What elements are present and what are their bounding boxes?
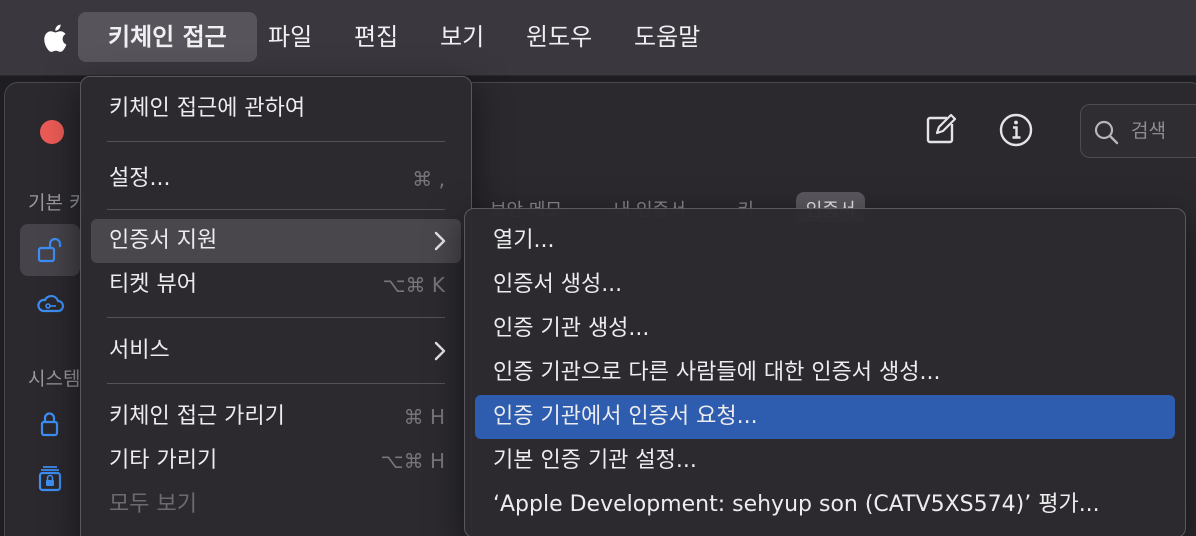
chevron-right-icon <box>434 231 446 251</box>
menu-window[interactable]: 윈도우 <box>526 12 592 62</box>
sidebar-item-login[interactable] <box>20 224 80 276</box>
menu-edit[interactable]: 편집 <box>354 12 398 62</box>
submenu-item-create-certificate[interactable]: 인증서 생성... <box>475 263 1175 307</box>
compose-edit-icon[interactable] <box>920 110 960 150</box>
menu-bar: 키체인 접근 파일 편집 보기 윈도우 도움말 <box>0 0 1196 76</box>
keychain-access-menu: 키체인 접근에 관하여 설정... ⌘ , 인증서 지원 티켓 뷰어 ⌥⌘ K … <box>80 76 472 536</box>
menu-item-label: 기본 인증 기관 설정... <box>493 448 697 473</box>
menu-item-label: 모두 보기 <box>109 492 197 517</box>
stacked-padlock-icon <box>38 466 62 492</box>
menu-item-label: 기타 가리기 <box>109 448 218 473</box>
sidebar-header-system-keychains: 시스템 <box>28 368 81 390</box>
submenu-item-request-certificate[interactable]: 인증 기관에서 인증서 요청... <box>475 395 1175 439</box>
menu-item-services[interactable]: 서비스 <box>91 329 461 373</box>
submenu-item-set-default-ca[interactable]: 기본 인증 기관 설정... <box>475 439 1175 483</box>
menu-item-label: 설정... <box>109 166 171 191</box>
info-icon[interactable] <box>996 110 1036 150</box>
search-input[interactable] <box>1131 117 1196 145</box>
submenu-item-evaluate-certificate[interactable]: ‘Apple Development: sehyup son (CATV5XS5… <box>475 483 1175 527</box>
menu-item-ticket-viewer[interactable]: 티켓 뷰어 ⌥⌘ K <box>91 263 461 307</box>
submenu-item-create-cert-for-others[interactable]: 인증 기관으로 다른 사람들에 대한 인증서 생성... <box>475 351 1175 395</box>
menu-item-label: 인증서 생성... <box>493 272 623 297</box>
menu-separator <box>107 383 445 384</box>
menu-item-label: 서비스 <box>109 338 170 363</box>
submenu-item-create-ca[interactable]: 인증 기관 생성... <box>475 307 1175 351</box>
menu-separator <box>107 141 445 142</box>
menu-separator <box>107 209 445 210</box>
menu-item-label: 인증 기관으로 다른 사람들에 대한 인증서 생성... <box>493 360 941 385</box>
menu-item-shortcut: ⌥⌘ K <box>382 273 445 297</box>
sidebar-item-icloud[interactable] <box>20 278 80 330</box>
menu-item-label: 키체인 접근 가리기 <box>109 404 285 429</box>
apple-logo-icon[interactable] <box>38 22 68 54</box>
window-close-button[interactable] <box>40 120 64 144</box>
menu-item-hide[interactable]: 키체인 접근 가리기 ⌘ H <box>91 395 461 439</box>
menu-separator <box>107 317 445 318</box>
menu-item-label: 인증 기관 생성... <box>493 316 650 341</box>
menu-view[interactable]: 보기 <box>440 12 484 62</box>
sidebar-item-system[interactable] <box>20 398 80 450</box>
sidebar-item-system-roots[interactable] <box>20 452 80 504</box>
chevron-right-icon <box>434 341 446 361</box>
padlock-icon <box>40 412 59 437</box>
search-icon <box>1094 120 1119 145</box>
sidebar-header-default-keychains: 기본 키 <box>28 192 87 214</box>
menu-item-label: 인증서 지원 <box>109 228 218 253</box>
menu-item-shortcut: ⌘ , <box>412 167 445 191</box>
menu-item-label: 키체인 접근에 관하여 <box>109 96 306 121</box>
menu-help[interactable]: 도움말 <box>634 12 700 62</box>
menu-item-label: 티켓 뷰어 <box>109 272 197 297</box>
menu-item-certificate-assistant[interactable]: 인증서 지원 <box>91 219 461 263</box>
unlocked-padlock-icon <box>37 237 62 263</box>
menu-item-show-all: 모두 보기 <box>91 483 461 527</box>
menu-item-label: 인증 기관에서 인증서 요청... <box>493 404 758 429</box>
certificate-assistant-submenu: 열기... 인증서 생성... 인증 기관 생성... 인증 기관으로 다른 사… <box>464 208 1186 536</box>
menu-item-about[interactable]: 키체인 접근에 관하여 <box>91 87 461 131</box>
menu-file[interactable]: 파일 <box>268 12 312 62</box>
submenu-item-open[interactable]: 열기... <box>475 219 1175 263</box>
menu-item-hide-others[interactable]: 기타 가리기 ⌥⌘ H <box>91 439 461 483</box>
menu-item-settings[interactable]: 설정... ⌘ , <box>91 157 461 201</box>
icloud-keychain-icon <box>37 294 64 313</box>
menu-item-shortcut: ⌘ H <box>403 405 445 429</box>
menu-item-label: ‘Apple Development: sehyup son (CATV5XS5… <box>493 492 1100 517</box>
menu-keychain-access[interactable]: 키체인 접근 <box>78 12 257 62</box>
menu-item-label: 열기... <box>493 228 555 253</box>
search-field[interactable] <box>1080 104 1196 158</box>
menu-item-shortcut: ⌥⌘ H <box>380 449 445 473</box>
